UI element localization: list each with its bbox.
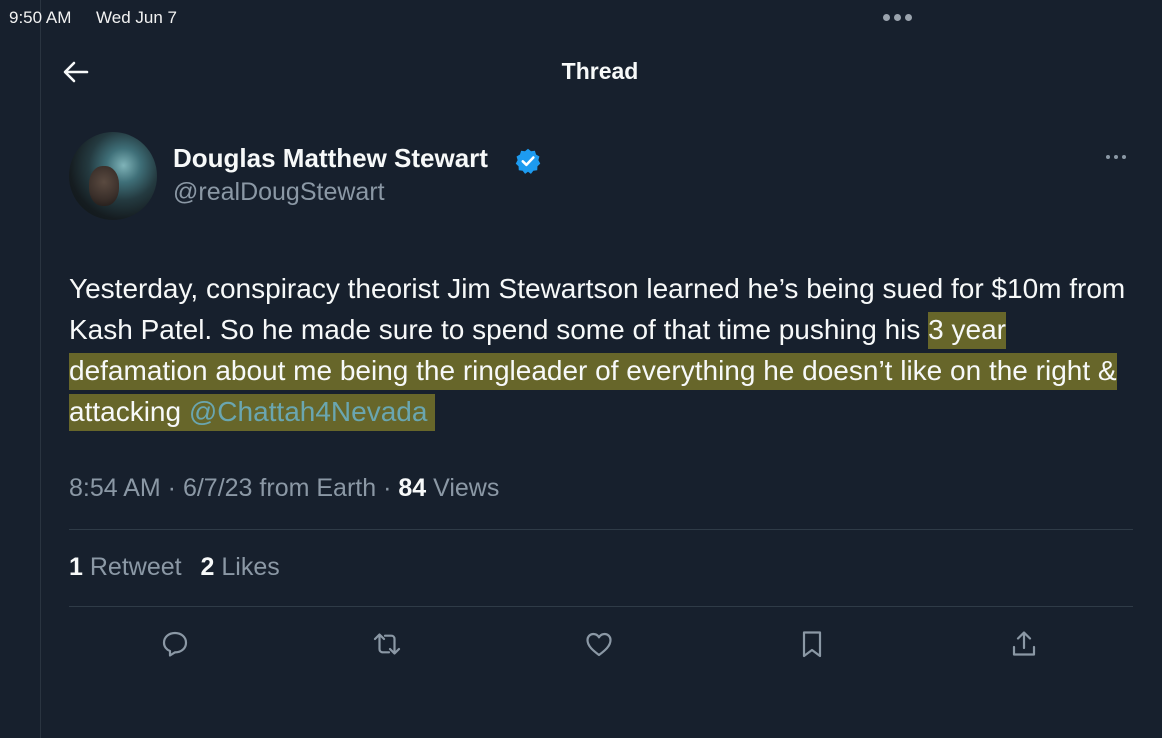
tweet-stats: 1 Retweet 2 Likes (69, 553, 292, 582)
author-name[interactable]: Douglas Matthew Stewart (173, 143, 488, 174)
page-title: Thread (561, 58, 639, 84)
reply-icon[interactable] (159, 628, 191, 660)
views-label: Views (433, 474, 500, 502)
likes-label: Likes (221, 553, 280, 581)
author-handle[interactable]: @realDougStewart (173, 178, 385, 207)
divider (69, 529, 1133, 530)
tweet-source: from Earth (259, 474, 377, 502)
thread-screen: 9:50 AM Wed Jun 7 Thread Douglas Matthew… (0, 0, 1162, 738)
more-options-icon[interactable] (1106, 155, 1132, 165)
views-count: 84 (398, 474, 427, 502)
likes-stat[interactable]: 2 Likes (201, 553, 280, 581)
retweet-icon[interactable] (371, 628, 403, 660)
retweets-count: 1 (69, 553, 83, 581)
verified-badge-icon (514, 147, 542, 175)
avatar[interactable] (69, 132, 157, 220)
bookmark-icon[interactable] (796, 628, 828, 660)
retweets-label: Retweet (89, 553, 182, 581)
back-arrow-icon[interactable] (60, 56, 92, 88)
mention-link[interactable]: @Chattah4Nevada (189, 396, 428, 427)
multitasking-dots-icon[interactable] (883, 14, 912, 21)
divider (69, 606, 1133, 607)
split-view-divider (40, 0, 41, 738)
tweet-time[interactable]: 8:54 AM (69, 474, 161, 502)
status-bar: 9:50 AM Wed Jun 7 (0, 0, 1162, 36)
share-icon[interactable] (1008, 628, 1040, 660)
tweet-text: Yesterday, conspiracy theorist Jim Stewa… (69, 268, 1139, 432)
tweet-meta: 8:54 AM · 6/7/23 from Earth · 84 Views (69, 474, 500, 502)
retweets-stat[interactable]: 1 Retweet (69, 553, 182, 581)
status-time: 9:50 AM (9, 8, 72, 27)
like-icon[interactable] (583, 628, 615, 660)
tweet-date[interactable]: 6/7/23 (183, 474, 253, 502)
likes-count: 2 (200, 553, 215, 581)
status-date: Wed Jun 7 (96, 8, 177, 27)
